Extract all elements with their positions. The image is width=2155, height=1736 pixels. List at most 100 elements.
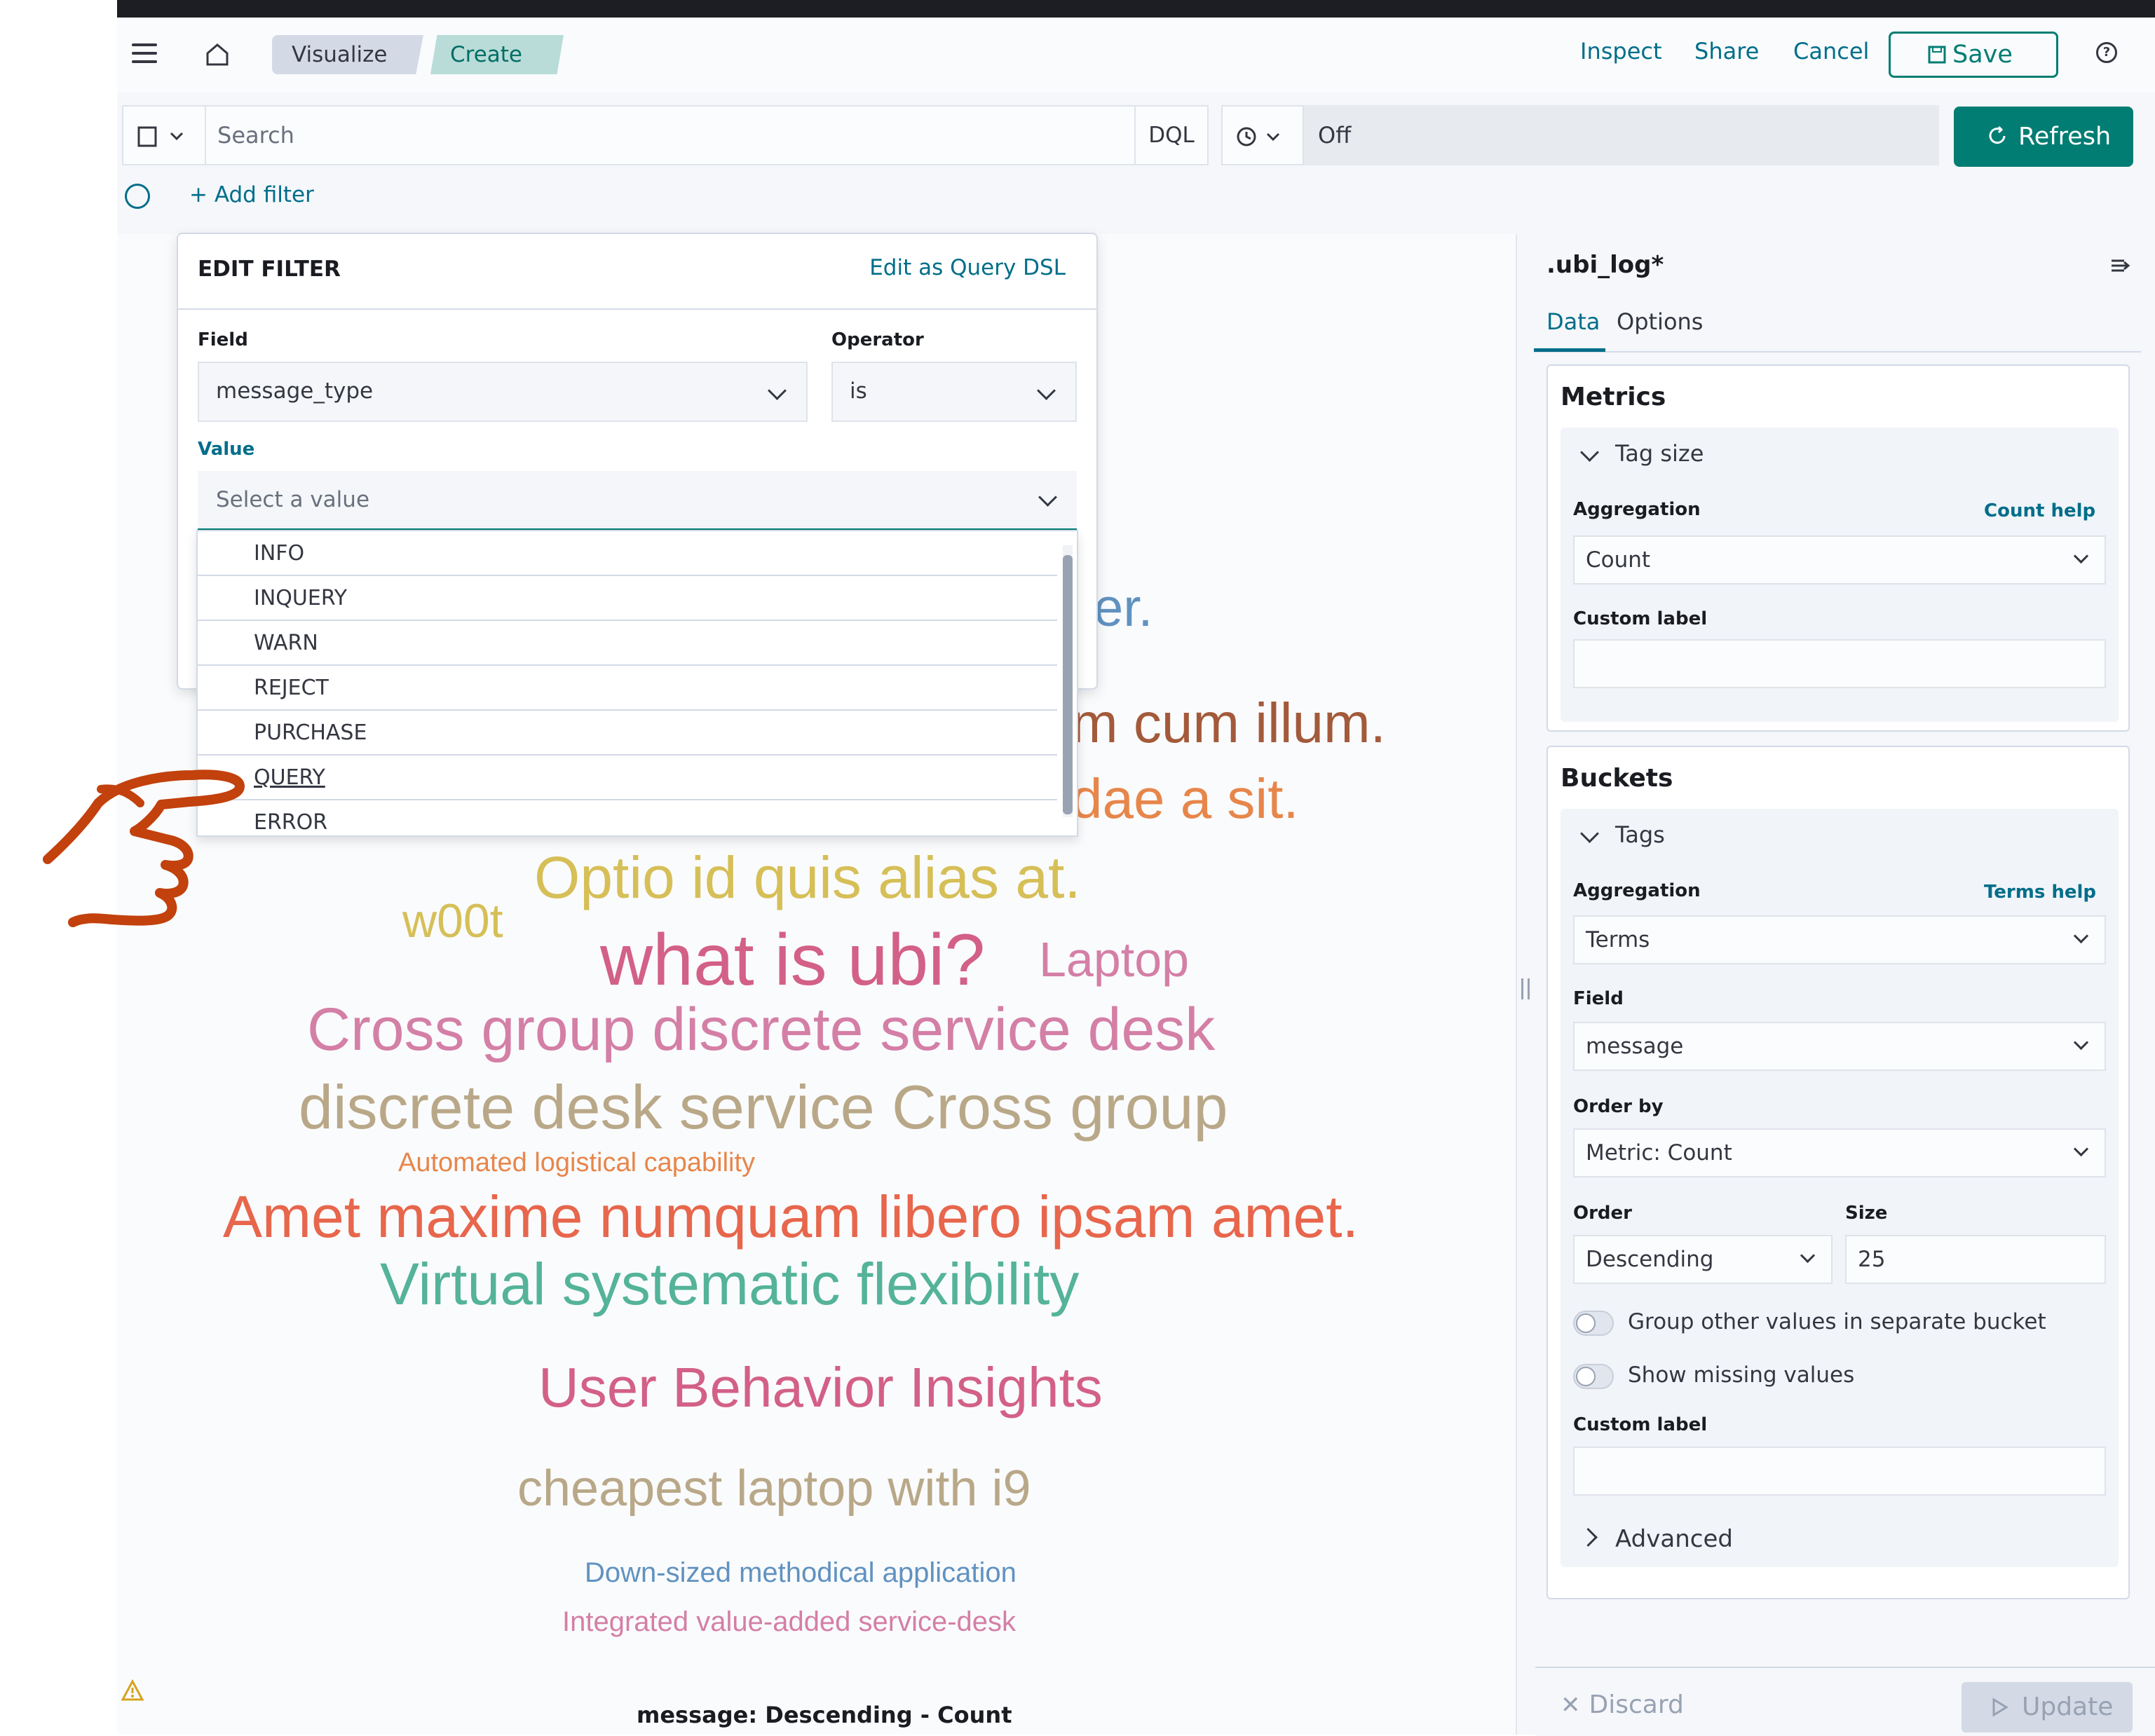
discard-label: Discard [1589, 1690, 1684, 1719]
collapse-sidebar-icon[interactable] [2110, 255, 2131, 276]
options-scrollbar[interactable] [1063, 545, 1073, 817]
inspect-link[interactable]: Inspect [1580, 38, 1662, 64]
size-label: Size [1845, 1203, 1888, 1224]
metrics-custom-label-input[interactable] [1573, 639, 2106, 688]
query-language-button[interactable]: DQL [1136, 105, 1209, 165]
update-button[interactable]: Update [1962, 1682, 2133, 1732]
scrollbar-thumb[interactable] [1063, 555, 1073, 814]
breadcrumb-create[interactable]: Create [430, 35, 564, 74]
cloud-word: cheapest laptop with i9 [517, 1461, 1031, 1517]
chevron-down-icon [2073, 1141, 2089, 1157]
discard-button[interactable]: ✕ Discard [1561, 1690, 1684, 1719]
cloud-word: what is ubi? [600, 920, 986, 1001]
chevron-down-icon [1037, 381, 1056, 400]
home-icon[interactable] [203, 41, 231, 67]
menu-icon[interactable] [132, 43, 157, 63]
option-info[interactable]: INFO [198, 531, 1057, 576]
bucket-aggregation-select[interactable]: Terms [1573, 915, 2106, 964]
aggregation-label: Aggregation [1573, 499, 1701, 520]
tab-data[interactable]: Data [1546, 308, 1600, 335]
filter-bar [117, 177, 2155, 234]
order-select[interactable]: Descending [1573, 1235, 1833, 1284]
save-button[interactable]: Save [1889, 32, 2058, 78]
bucket-custom-label-input[interactable] [1573, 1447, 2106, 1496]
divider [178, 308, 1096, 310]
order-value: Descending [1586, 1247, 1714, 1272]
warning-icon[interactable] [121, 1679, 144, 1702]
close-icon: ✕ [1561, 1691, 1581, 1719]
bucket-field-select[interactable]: message [1573, 1022, 2106, 1071]
help-icon[interactable]: ? [2096, 42, 2117, 63]
resize-handle[interactable] [1521, 978, 1530, 999]
value-label: Value [198, 439, 255, 460]
tags-accordion-title[interactable]: Tags [1615, 821, 1665, 848]
cloud-word: w00t [402, 894, 503, 948]
add-filter-button[interactable]: + Add filter [189, 182, 314, 207]
bucket-aggregation-label: Aggregation [1573, 880, 1701, 901]
show-missing-label: Show missing values [1628, 1362, 1855, 1388]
metrics-title: Metrics [1561, 383, 1666, 411]
refresh-button[interactable]: Refresh [1954, 107, 2133, 167]
value-combobox-input[interactable]: Select a value [198, 471, 1077, 531]
update-label: Update [2022, 1693, 2114, 1721]
cancel-link[interactable]: Cancel [1793, 38, 1869, 64]
edit-as-query-dsl-link[interactable]: Edit as Query DSL [869, 255, 1066, 280]
value-options-list: INFO INQUERY WARN REJECT PURCHASE QUERY … [196, 530, 1078, 837]
cloud-word: Automated logistical capability [398, 1148, 756, 1177]
advanced-toggle[interactable]: Advanced [1615, 1525, 1733, 1553]
chevron-down-icon [2073, 1034, 2089, 1051]
play-icon [1992, 1697, 2008, 1717]
operator-select[interactable]: is [831, 362, 1077, 422]
option-warn[interactable]: WARN [198, 621, 1057, 666]
cloud-word: m cum illum. [1071, 692, 1386, 754]
metrics-aggregation-select[interactable]: Count [1573, 535, 2106, 585]
operator-label: Operator [831, 329, 924, 350]
order-label: Order [1573, 1203, 1632, 1224]
cloud-word: discrete desk service Cross group [299, 1072, 1228, 1142]
index-pattern-title: .ubi_log* [1546, 251, 1664, 279]
share-link[interactable]: Share [1694, 38, 1759, 64]
metrics-aggregation-value: Count [1586, 547, 1651, 573]
option-reject[interactable]: REJECT [198, 666, 1057, 711]
terms-help-link[interactable]: Terms help [1984, 882, 2096, 903]
value-placeholder: Select a value [216, 487, 370, 512]
chevron-down-icon [2073, 928, 2089, 944]
group-other-toggle[interactable] [1573, 1311, 1614, 1336]
cloud-word: Down-sized methodical application [585, 1557, 1017, 1588]
cloud-word: dae a sit. [1071, 767, 1299, 830]
refresh-label: Refresh [2018, 123, 2112, 151]
option-query[interactable]: QUERY [198, 756, 1057, 800]
breadcrumb-visualize[interactable]: Visualize [272, 35, 423, 74]
cloud-word: User Behavior Insights [538, 1356, 1103, 1419]
group-other-label: Group other values in separate bucket [1628, 1309, 2046, 1334]
show-missing-toggle[interactable] [1573, 1364, 1614, 1389]
option-error[interactable]: ERROR [198, 800, 1057, 845]
chevron-down-icon [2073, 548, 2089, 564]
tabs-divider [1534, 351, 2141, 353]
refresh-interval-display[interactable]: Off [1304, 105, 1939, 165]
option-purchase[interactable]: PURCHASE [198, 711, 1057, 756]
chevron-down-icon [1038, 488, 1057, 507]
saved-query-icon [137, 126, 184, 147]
size-input[interactable]: 25 [1845, 1235, 2106, 1284]
saved-query-button[interactable] [122, 105, 205, 165]
clock-icon [1237, 127, 1280, 146]
cloud-word: Laptop [1039, 932, 1190, 987]
operator-select-value: is [850, 378, 867, 404]
cloud-word: Cross group discrete service desk [307, 996, 1216, 1063]
buckets-title: Buckets [1561, 764, 1673, 793]
tab-options[interactable]: Options [1617, 308, 1703, 335]
tag-size-accordion-title[interactable]: Tag size [1615, 440, 1704, 467]
field-select[interactable]: message_type [198, 362, 808, 422]
filter-options-icon[interactable] [125, 184, 150, 209]
quick-time-menu[interactable] [1221, 105, 1304, 165]
metrics-custom-label-label: Custom label [1573, 608, 1708, 629]
chart-caption: message: Descending - Count [637, 1702, 1012, 1728]
count-help-link[interactable]: Count help [1984, 500, 2095, 521]
search-input[interactable]: Search [205, 105, 1136, 165]
refresh-icon [1989, 125, 2006, 144]
cloud-word: Amet maxime numquam libero ipsam amet. [223, 1184, 1359, 1250]
order-by-select[interactable]: Metric: Count [1573, 1128, 2106, 1177]
cloud-word: Integrated value-added service-desk [562, 1606, 1017, 1637]
option-inquery[interactable]: INQUERY [198, 576, 1057, 621]
